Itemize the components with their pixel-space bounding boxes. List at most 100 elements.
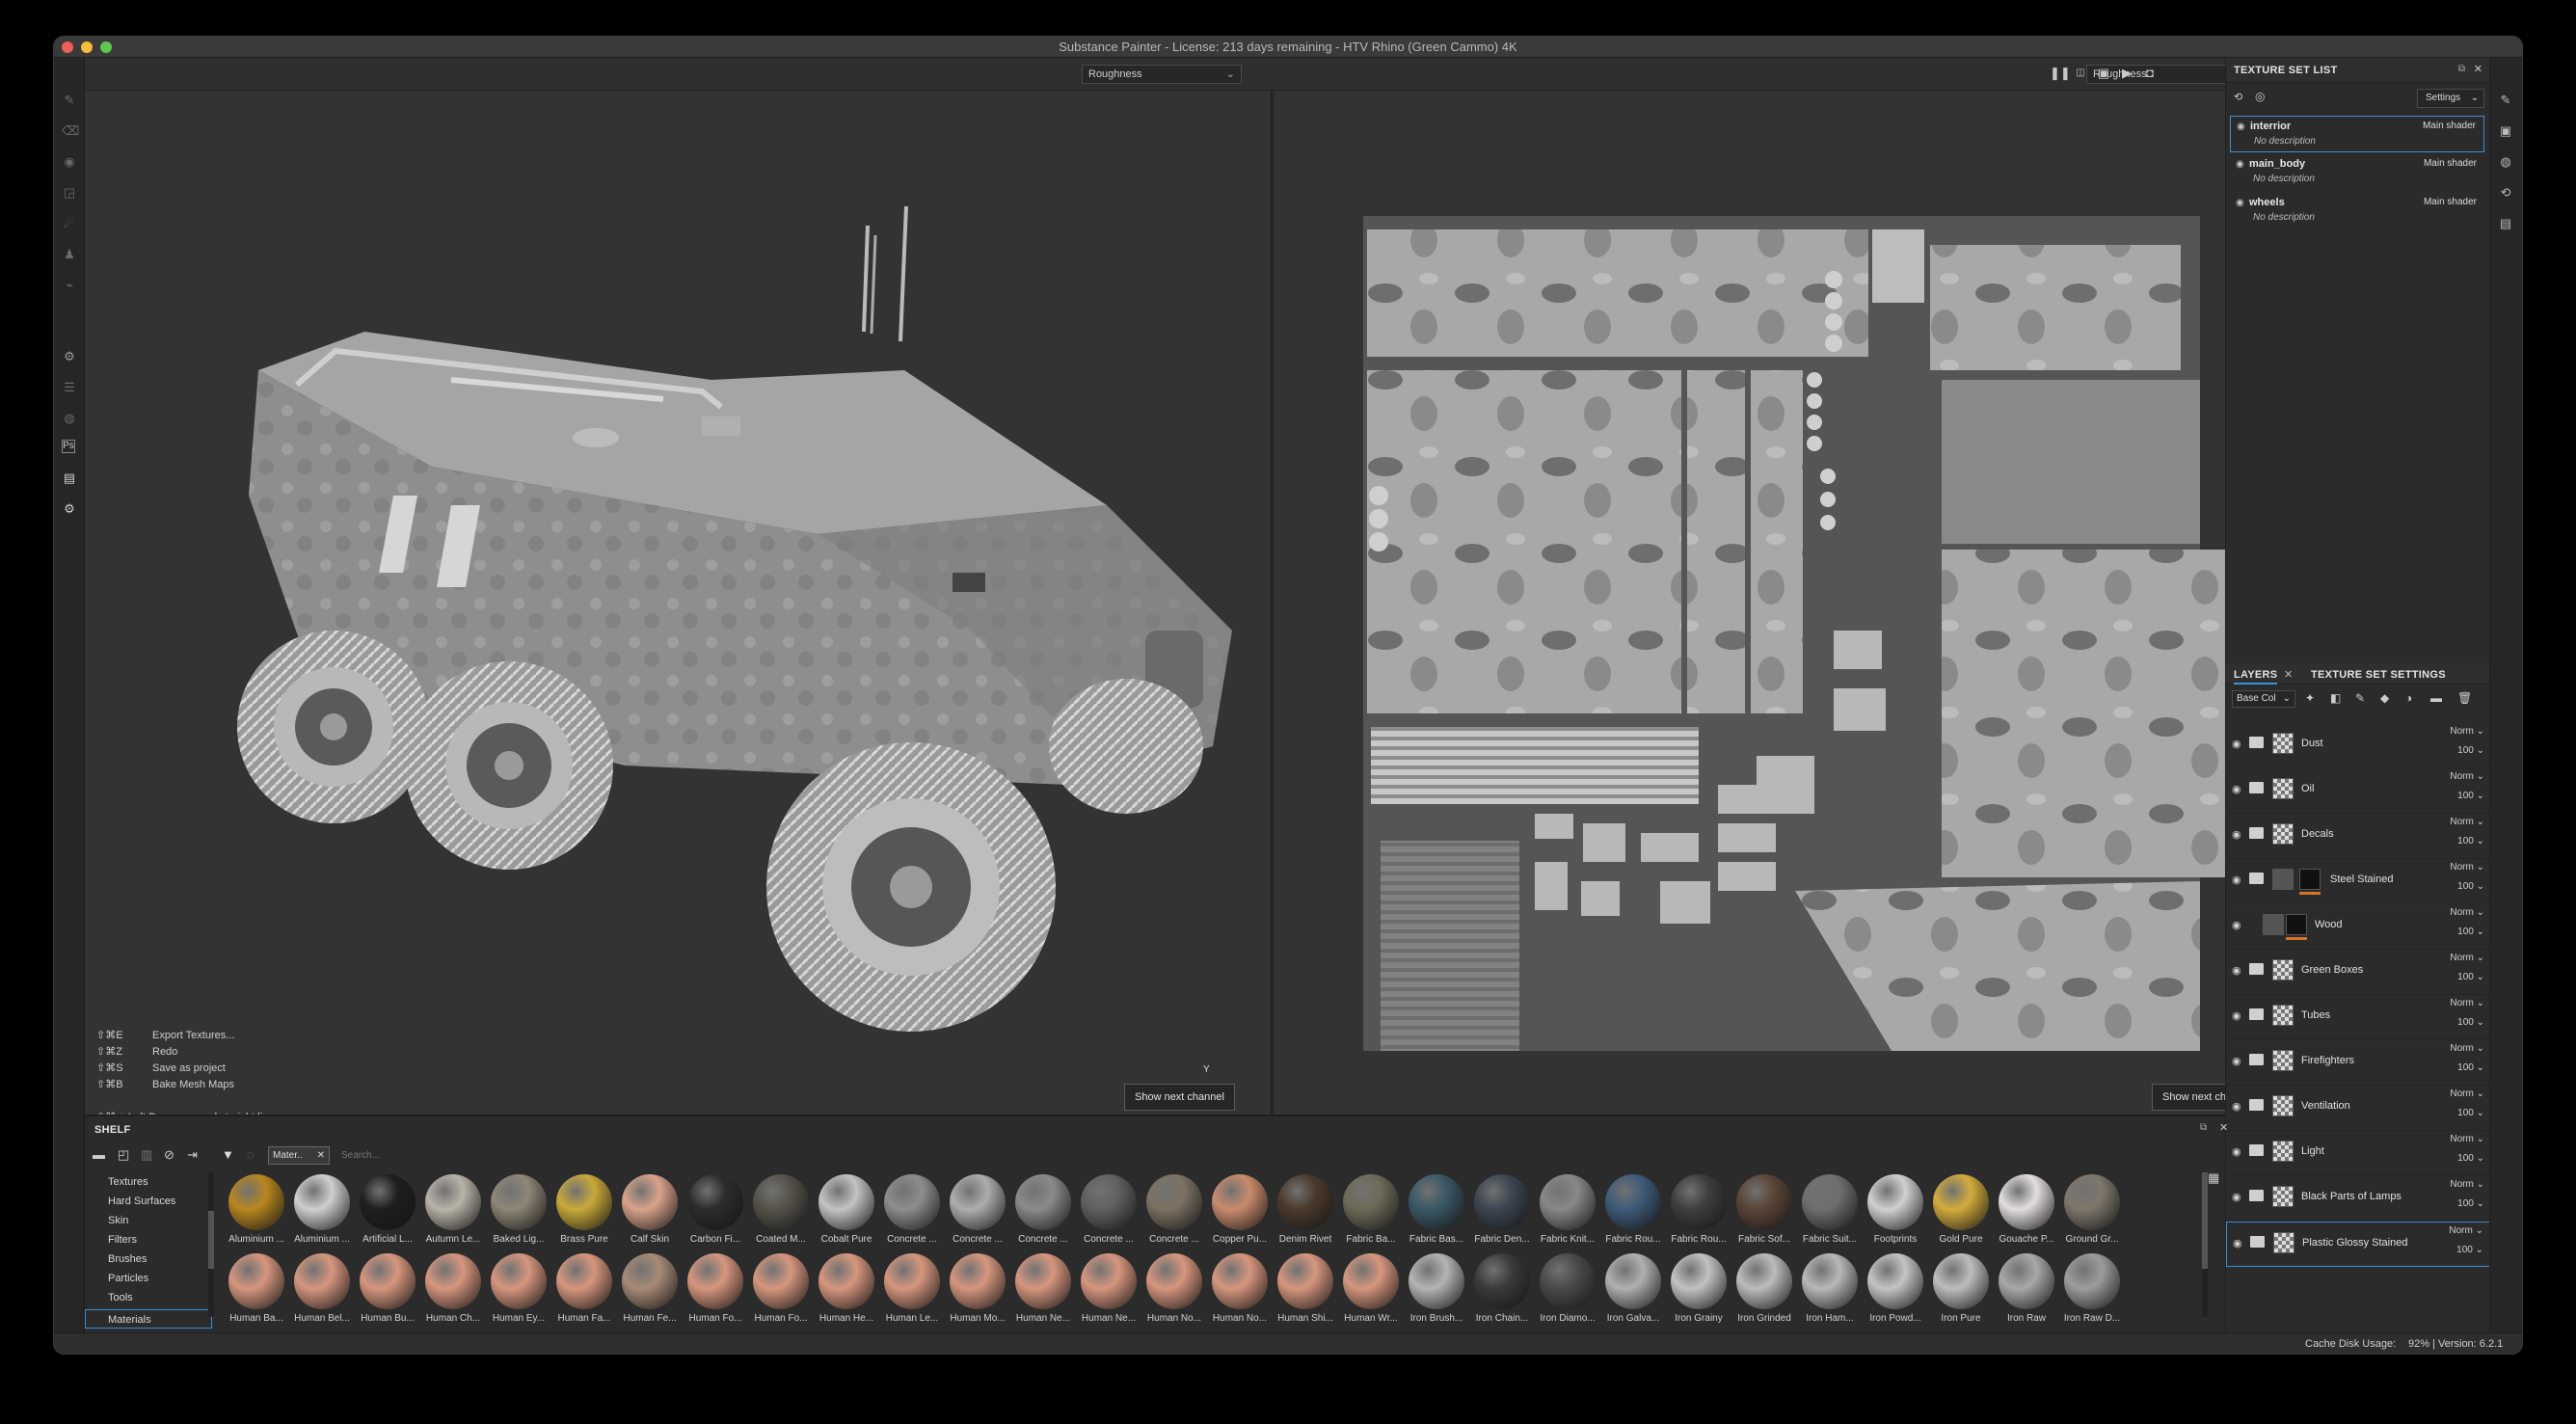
material-thumbnail[interactable]: [1146, 1253, 1202, 1309]
material-thumbnail[interactable]: [1277, 1174, 1333, 1230]
layer-row[interactable]: ◉ Oil Norm ⌄ 100 ⌄: [2226, 768, 2492, 814]
material-thumbnail[interactable]: [1015, 1253, 1071, 1309]
layer-row[interactable]: ◉ Dust Norm ⌄ 100 ⌄: [2226, 723, 2492, 768]
grid-view-icon[interactable]: ▦: [2208, 1170, 2219, 1186]
material-thumbnail[interactable]: [1015, 1174, 1071, 1230]
settings-icon[interactable]: ⚙: [62, 349, 77, 364]
shelf-scrollbar[interactable]: [2202, 1172, 2208, 1317]
layer-opacity[interactable]: 100 ⌄: [2457, 1108, 2484, 1118]
eye-icon[interactable]: ◉: [2232, 964, 2241, 977]
shelf-category-textures[interactable]: Textures: [85, 1172, 212, 1192]
close-icon[interactable]: ✕: [2474, 63, 2482, 75]
delete-layer-icon[interactable]: 🗑: [2457, 691, 2472, 705]
shader-icon[interactable]: ▣: [2498, 123, 2513, 139]
layer-opacity[interactable]: 100 ⌄: [2457, 1062, 2484, 1073]
display-icon[interactable]: ◍: [62, 411, 77, 426]
filter-tag[interactable]: Mater.. ✕: [268, 1146, 330, 1165]
material-thumbnail[interactable]: [950, 1253, 1006, 1309]
material-thumbnail[interactable]: [1671, 1253, 1727, 1309]
layer-opacity[interactable]: 100 ⌄: [2457, 1198, 2484, 1209]
layer-opacity[interactable]: 100 ⌄: [2457, 745, 2484, 756]
material-thumbnail[interactable]: [425, 1174, 481, 1230]
material-thumbnail[interactable]: [687, 1174, 743, 1230]
material-thumbnail[interactable]: [360, 1253, 416, 1309]
projection-icon[interactable]: ◉: [62, 154, 77, 170]
layer-channel-select[interactable]: Base Col ⌄: [2232, 690, 2295, 708]
show-next-channel-button-3d[interactable]: Show next channel: [1124, 1084, 1235, 1111]
material-thumbnail[interactable]: [491, 1174, 547, 1230]
layer-opacity[interactable]: 100 ⌄: [2456, 1245, 2483, 1255]
material-thumbnail[interactable]: [950, 1174, 1006, 1230]
eye-icon[interactable]: ◉: [2236, 198, 2244, 208]
material-thumbnail[interactable]: [1474, 1253, 1530, 1309]
add-effect-icon[interactable]: ✦: [2305, 691, 2315, 705]
material-thumbnail[interactable]: [1933, 1253, 1989, 1309]
material-thumbnail[interactable]: [1802, 1253, 1858, 1309]
layer-opacity[interactable]: 100 ⌄: [2457, 1017, 2484, 1028]
texture-set-shader[interactable]: Main shader: [2424, 158, 2477, 169]
shelf-category-tools[interactable]: Tools: [85, 1288, 212, 1307]
texture-set-item[interactable]: ◉ interrior No description Main shader: [2230, 116, 2484, 152]
material-thumbnail[interactable]: [1736, 1253, 1792, 1309]
material-thumbnail[interactable]: [1343, 1174, 1399, 1230]
shelf-category-skin[interactable]: Skin: [85, 1211, 212, 1230]
eraser-icon[interactable]: ⌫: [62, 123, 79, 139]
material-thumbnail[interactable]: [1081, 1253, 1137, 1309]
material-thumbnail[interactable]: [753, 1174, 809, 1230]
shelf-category-materials[interactable]: Materials: [85, 1309, 212, 1329]
texture-set-settings-dropdown[interactable]: Settings ⌄: [2417, 89, 2484, 108]
layer-name[interactable]: Dust: [2301, 738, 2323, 749]
layer-blend-mode[interactable]: Norm ⌄: [2450, 1179, 2484, 1190]
material-thumbnail[interactable]: [1999, 1174, 2054, 1230]
material-thumbnail[interactable]: [884, 1253, 940, 1309]
material-thumbnail[interactable]: [1212, 1253, 1268, 1309]
geometry-fill-icon[interactable]: ◲: [62, 185, 77, 201]
import-icon[interactable]: ⇥: [187, 1147, 198, 1163]
display-settings-icon[interactable]: ◍: [2498, 154, 2513, 170]
cube-icon[interactable]: ▣: [2096, 66, 2111, 81]
eye-icon[interactable]: ◉: [2232, 828, 2241, 841]
material-thumbnail[interactable]: [1212, 1174, 1268, 1230]
bake-icon[interactable]: ☰: [62, 380, 77, 395]
minimize-window-button[interactable]: [81, 41, 93, 53]
viewport-3d[interactable]: ⇧⌘E Export Textures... ⇧⌘Z Redo ⇧⌘S Save as…: [85, 91, 1273, 1123]
close-icon[interactable]: ✕: [2284, 668, 2293, 681]
layer-opacity[interactable]: 100 ⌄: [2457, 972, 2484, 982]
camera-video-icon[interactable]: ▶: [2119, 66, 2134, 81]
add-mask-icon[interactable]: ◧: [2330, 691, 2341, 705]
remove-filter-icon[interactable]: ✕: [317, 1147, 325, 1164]
layer-name[interactable]: Light: [2301, 1145, 2324, 1157]
eye-icon[interactable]: ◉: [2232, 1100, 2241, 1113]
eye-icon[interactable]: ◉: [2232, 1009, 2241, 1022]
eye-icon[interactable]: ◉: [2236, 159, 2244, 170]
category-scrollbar-thumb[interactable]: [208, 1211, 214, 1269]
maximize-window-button[interactable]: [100, 41, 112, 53]
layer-row[interactable]: ◉ Black Parts of Lamps Norm ⌄ 100 ⌄: [2226, 1176, 2492, 1222]
close-window-button[interactable]: [62, 41, 73, 53]
folder-icon[interactable]: ▬: [93, 1147, 105, 1162]
layer-name[interactable]: Green Boxes: [2301, 964, 2363, 976]
layer-row[interactable]: ◉ Ventilation Norm ⌄ 100 ⌄: [2226, 1086, 2492, 1131]
layer-row[interactable]: ◉ Green Boxes Norm ⌄ 100 ⌄: [2226, 950, 2492, 995]
material-thumbnail[interactable]: [228, 1253, 284, 1309]
layer-row[interactable]: ◉ Wood Norm ⌄ 100 ⌄: [2226, 904, 2492, 950]
layer-name[interactable]: Black Parts of Lamps: [2301, 1191, 2402, 1202]
layer-opacity[interactable]: 100 ⌄: [2457, 927, 2484, 937]
layer-name[interactable]: Steel Stained: [2330, 873, 2393, 885]
material-thumbnail[interactable]: [294, 1174, 350, 1230]
smudge-icon[interactable]: ☄: [62, 216, 77, 231]
shelf-category-brushes[interactable]: Brushes: [85, 1249, 212, 1269]
tab-layers[interactable]: LAYERS: [2234, 669, 2278, 685]
layer-blend-mode[interactable]: Norm ⌄: [2450, 1134, 2484, 1144]
layer-blend-mode[interactable]: Norm ⌄: [2450, 1088, 2484, 1099]
eye-icon[interactable]: ◉: [2232, 1145, 2241, 1158]
layer-name[interactable]: Decals: [2301, 828, 2334, 840]
undock-icon[interactable]: ⧉: [2458, 64, 2465, 74]
eye-icon[interactable]: ◉: [2232, 738, 2241, 750]
material-thumbnail[interactable]: [1605, 1174, 1661, 1230]
material-thumbnail[interactable]: [1736, 1174, 1792, 1230]
layer-blend-mode[interactable]: Norm ⌄: [2450, 953, 2484, 963]
eye-icon[interactable]: ◉: [2232, 1191, 2241, 1203]
pause-icon[interactable]: ❚❚: [2050, 66, 2071, 81]
clone-icon[interactable]: ♟: [62, 247, 77, 262]
